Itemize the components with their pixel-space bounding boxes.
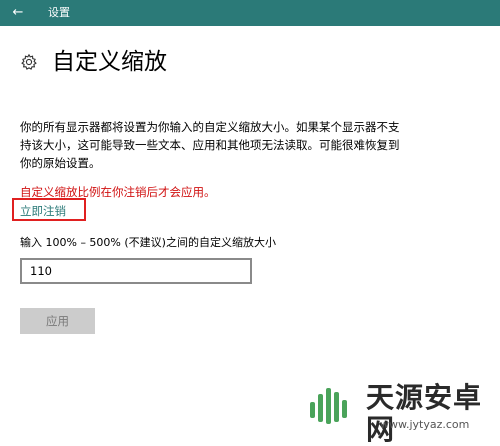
watermark-url: www.jytyaz.com [380, 418, 470, 431]
page-title: 自定义缩放 [52, 49, 167, 75]
watermark: 天源安卓网 www.jytyaz.com [306, 378, 496, 446]
custom-scale-label: 输入 100% – 500% (不建议)之间的自定义缩放大小 [20, 236, 276, 249]
custom-scale-input[interactable] [20, 258, 252, 284]
gear-icon [21, 53, 37, 70]
description-text: 你的所有显示器都将设置为你输入的自定义缩放大小。如果某个显示器不支持该大小，这可… [20, 120, 400, 170]
sign-out-now-link[interactable]: 立即注销 [20, 203, 66, 219]
page-header: 自定义缩放 [20, 46, 167, 78]
watermark-logo-icon [310, 388, 347, 424]
apply-button: 应用 [20, 308, 95, 334]
title-bar: ← 设置 [0, 0, 500, 26]
back-arrow-icon[interactable]: ← [8, 4, 28, 22]
warning-text: 自定义缩放比例在你注销后才会应用。 [20, 185, 216, 199]
watermark-site-name: 天源安卓网 [366, 381, 483, 446]
window-title: 设置 [48, 6, 70, 19]
